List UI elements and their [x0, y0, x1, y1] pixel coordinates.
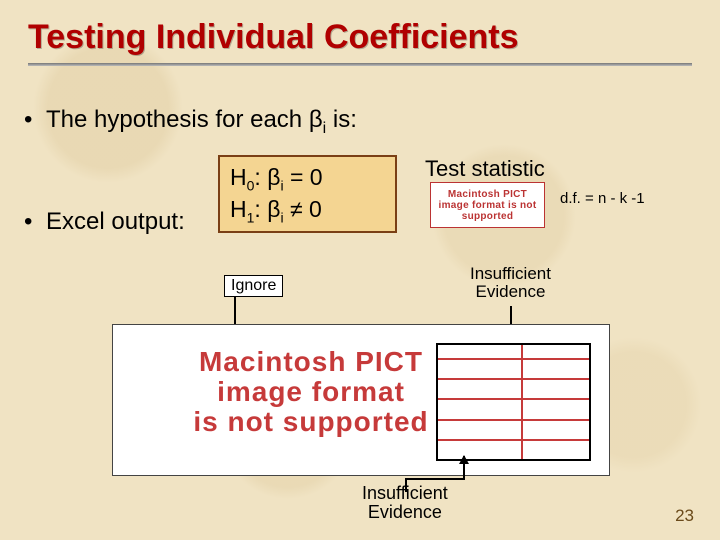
ignore-label: Ignore [224, 275, 283, 297]
h1-beta: : β [254, 196, 280, 222]
insufficient-evidence-2: Insufficient Evidence [362, 484, 448, 522]
table-vline [521, 345, 523, 459]
test-statistic-label: Test statistic [425, 156, 545, 182]
insufficient2-connector [405, 478, 465, 480]
h0-eq: = 0 [284, 164, 323, 190]
table-row [438, 378, 589, 398]
table-row [438, 398, 589, 418]
h1-ne: ≠ 0 [284, 196, 322, 222]
insufficient1-line1: Insufficient [470, 264, 551, 283]
title-underline [28, 63, 692, 66]
h1-line: H1: βi ≠ 0 [230, 195, 385, 227]
pict-big-l1: Macintosh PICT [199, 346, 423, 377]
beta-symbol: β [309, 106, 323, 133]
h0-beta: : β [254, 164, 280, 190]
h1-h: H [230, 196, 247, 222]
pict-big-l3: is not supported [193, 406, 428, 437]
insufficient-evidence-1: Insufficient Evidence [470, 265, 551, 301]
table-row [438, 419, 589, 439]
degrees-of-freedom: d.f. = n - k -1 [560, 190, 645, 207]
insufficient1-line2: Evidence [476, 282, 546, 301]
table-row [438, 345, 589, 358]
insufficient2-line1: Insufficient [362, 483, 448, 503]
insufficient2-arrow [463, 456, 465, 480]
insufficient2-line2: Evidence [368, 502, 442, 522]
hypothesis-box: H0: βi = 0 H1: βi ≠ 0 [218, 155, 397, 233]
coefficients-table-outline [436, 343, 591, 461]
h0-h: H [230, 164, 247, 190]
table-row [438, 358, 589, 378]
bullet-hypothesis: The hypothesis for each βi is: [46, 106, 720, 138]
bullet-hypothesis-prefix: The hypothesis for each [46, 106, 309, 133]
h0-line: H0: βi = 0 [230, 163, 385, 195]
bullet-hypothesis-suffix: is: [326, 106, 357, 133]
pict-big-l2: image format [217, 376, 405, 407]
excel-output-placeholder: Macintosh PICT image format is not suppo… [112, 324, 610, 476]
page-number: 23 [675, 506, 694, 526]
slide-title: Testing Individual Coefficients [0, 0, 720, 61]
pict-placeholder-small: Macintosh PICT image format is not suppo… [430, 182, 545, 228]
